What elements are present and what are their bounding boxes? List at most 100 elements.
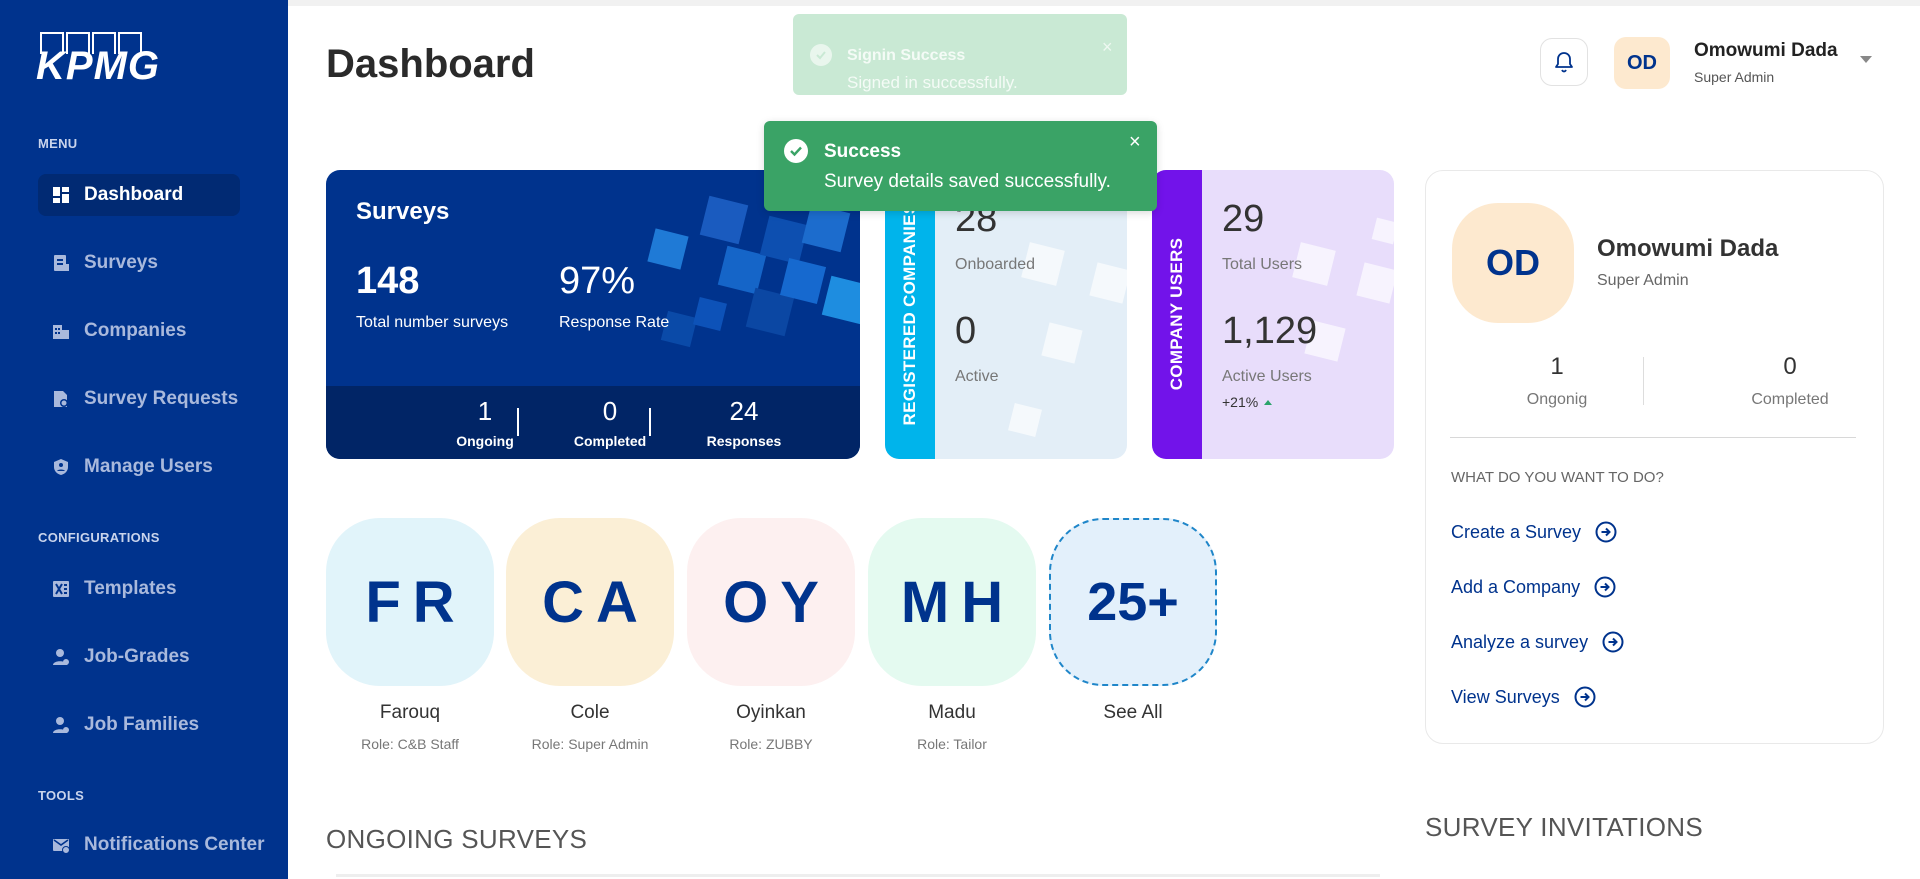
notifications-button[interactable] <box>1540 38 1588 86</box>
decor-square <box>821 275 860 325</box>
profile-ongoing-label: Ongonig <box>1526 391 1588 408</box>
profile-avatar: OD <box>1452 203 1574 323</box>
divider <box>1643 357 1644 405</box>
sidebar-item-manage-users[interactable]: Manage Users <box>38 446 240 488</box>
user-tile[interactable]: OY Oyinkan Role: ZUBBY <box>687 518 855 752</box>
kpmg-logo[interactable]: KPMG <box>36 30 159 88</box>
sidebar-item-job-families[interactable]: Job Families <box>38 704 240 746</box>
user-initials: CA <box>506 518 674 686</box>
sidebar-item-companies[interactable]: Companies <box>38 310 240 352</box>
divider <box>517 408 519 436</box>
see-all-label: See All <box>1103 702 1163 723</box>
config-section-label: CONFIGURATIONS <box>38 530 160 545</box>
chevron-down-icon[interactable] <box>1860 56 1872 63</box>
building-icon <box>53 325 69 339</box>
decor-square <box>647 228 689 270</box>
sidebar-item-templates[interactable]: Templates <box>38 568 240 610</box>
request-icon <box>54 391 68 407</box>
arrow-circle-right-icon <box>1602 631 1624 653</box>
user-tile-role: Role: Tailor <box>917 736 987 752</box>
close-icon[interactable]: × <box>1102 38 1113 56</box>
shield-user-icon <box>54 459 68 475</box>
success-toast: Success Survey details saved successfull… <box>764 121 1157 211</box>
top-border <box>288 0 1920 6</box>
toast-message: Survey details saved successfully. <box>824 171 1111 192</box>
decor-square <box>1041 322 1083 364</box>
profile-ongoing-stat: 1 Ongonig <box>1467 353 1647 409</box>
surveys-card-title: Surveys <box>356 198 450 225</box>
divider <box>336 874 1380 877</box>
user-tile[interactable]: MH Madu Role: Tailor <box>868 518 1036 752</box>
close-icon[interactable]: × <box>1129 132 1141 152</box>
sidebar-item-surveys[interactable]: Surveys <box>38 242 240 284</box>
users-strip-label: COMPANY USERS <box>1167 237 1186 391</box>
toast-message: Signed in successfully. <box>847 73 1018 92</box>
tools-section-label: TOOLS <box>38 788 85 803</box>
surveys-summary-card: Surveys 148 Total number surveys 97% Res… <box>326 170 860 459</box>
sidebar-item-notifications-center[interactable]: Notifications Center <box>38 824 278 866</box>
total-users-label: Total Users <box>1222 256 1303 273</box>
user-initials: FR <box>326 518 494 686</box>
active-companies-value: 0 <box>955 310 977 352</box>
view-surveys-link[interactable]: View Surveys <box>1451 686 1596 708</box>
menu-section-label: MENU <box>38 136 78 151</box>
decor-square <box>1356 262 1394 304</box>
sidebar-item-label: Job-Grades <box>84 646 190 667</box>
response-rate-label: Response Rate <box>559 314 670 331</box>
decor-square <box>801 203 851 253</box>
see-all-users-button[interactable]: 25+ See All <box>1049 518 1217 724</box>
profile-completed-stat: 0 Completed <box>1700 353 1880 409</box>
sidebar-item-job-grades[interactable]: Job-Grades <box>38 636 240 678</box>
decor-square <box>1371 217 1394 245</box>
companies-strip-label: REGISTERED COMPANIES <box>900 202 919 426</box>
sidebar-item-label: Templates <box>84 578 177 599</box>
completed-value: 0 <box>602 396 618 426</box>
response-rate-value: 97% <box>559 260 636 302</box>
decor-square <box>759 215 809 265</box>
user-role: Super Admin <box>1694 69 1775 85</box>
ongoing-label: Ongoing <box>456 433 514 449</box>
companies-strip: REGISTERED COMPANIES <box>885 170 935 459</box>
responses-label: Responses <box>706 433 782 449</box>
profile-ongoing-value: 1 <box>1550 353 1564 380</box>
sidebar-item-dashboard[interactable]: Dashboard <box>38 174 240 216</box>
arrow-circle-right-icon <box>1594 576 1616 598</box>
user-avatar[interactable]: OD <box>1614 37 1670 89</box>
dashboard-icon <box>53 187 69 203</box>
create-survey-link[interactable]: Create a Survey <box>1451 521 1617 543</box>
user-initials: OY <box>687 518 855 686</box>
signin-toast: Signin Success Signed in successfully. × <box>793 14 1127 95</box>
see-all-count: 25+ <box>1049 518 1217 686</box>
active-users-label: Active Users <box>1222 368 1312 385</box>
divider <box>649 408 651 436</box>
action-label: Analyze a survey <box>1451 631 1589 652</box>
total-surveys-label: Total number surveys <box>356 314 509 331</box>
arrow-circle-right-icon <box>1595 521 1617 543</box>
add-company-link[interactable]: Add a Company <box>1451 576 1616 598</box>
total-surveys-value: 148 <box>356 260 420 302</box>
onboarded-label: Onboarded <box>955 256 1036 273</box>
arrow-circle-right-icon <box>1574 686 1596 708</box>
active-companies-label: Active <box>955 368 999 385</box>
company-users-card: COMPANY USERS 29 Total Users 1,129 Activ… <box>1152 170 1394 459</box>
ongoing-surveys-heading: ONGOING SURVEYS <box>326 824 588 854</box>
sidebar-item-label: Notifications Center <box>84 834 265 855</box>
user-tile-role: Role: Super Admin <box>531 736 649 752</box>
user-tile-role: Role: ZUBBY <box>729 736 813 752</box>
decor-square <box>699 195 749 245</box>
profile-role: Super Admin <box>1597 272 1689 289</box>
sidebar-item-label: Manage Users <box>84 456 213 477</box>
total-users-value: 29 <box>1222 198 1265 240</box>
sidebar-item-survey-requests[interactable]: Survey Requests <box>38 378 240 420</box>
profile-completed-label: Completed <box>1751 391 1829 408</box>
registered-companies-card: REGISTERED COMPANIES 28 Onboarded 0 Acti… <box>885 170 1127 459</box>
person-icon <box>53 649 69 665</box>
analyze-survey-link[interactable]: Analyze a survey <box>1451 631 1624 653</box>
responses-stat: 24 Responses <box>684 396 804 449</box>
responses-value: 24 <box>729 396 759 426</box>
page-title: Dashboard <box>326 42 535 86</box>
user-name[interactable]: Omowumi Dada <box>1694 40 1838 62</box>
user-tile[interactable]: CA Cole Role: Super Admin <box>506 518 674 752</box>
decor-square <box>693 297 727 331</box>
user-tile[interactable]: FR Farouq Role: C&B Staff <box>326 518 494 752</box>
